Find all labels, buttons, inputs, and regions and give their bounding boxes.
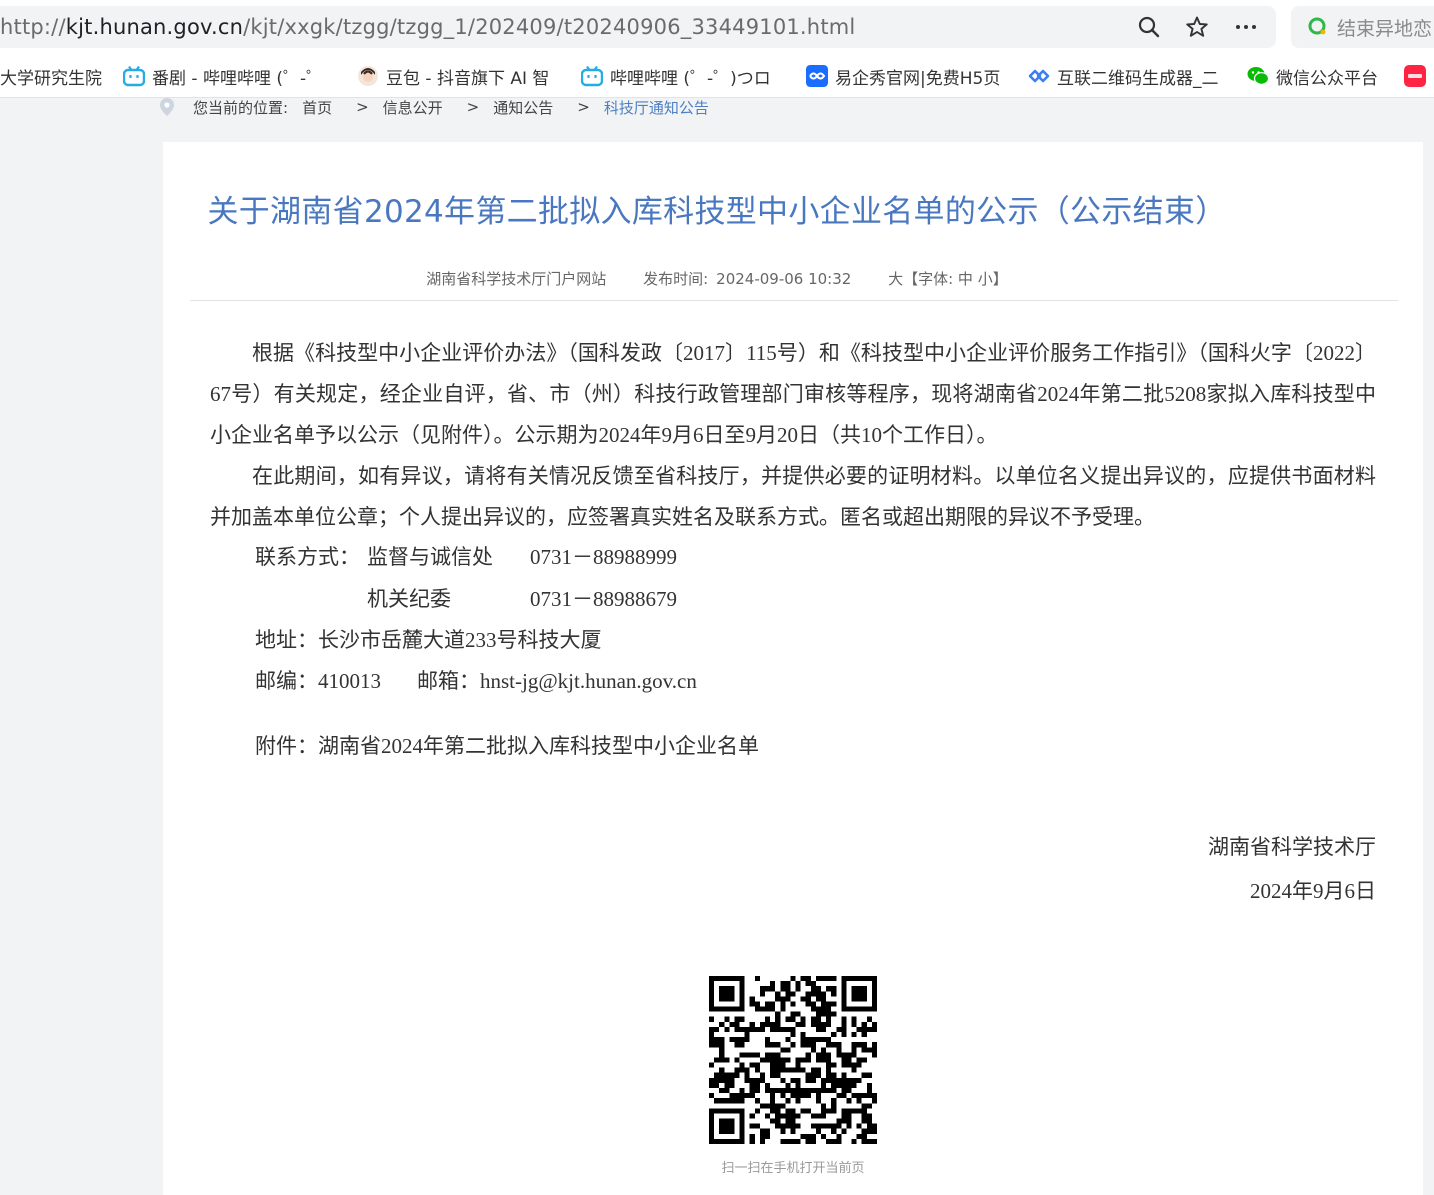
breadcrumb-notices[interactable]: 通知公告 [493,97,553,118]
bookmark-item[interactable]: 哔哩哔哩 (゜-゜)つロ [581,58,771,94]
bookmark-label: 大学研究生院 [0,68,102,89]
url-prefix: http:// [0,15,66,39]
bookmark-label: 豆包 - 抖音旗下 AI 智 [386,68,550,89]
link-chain-icon [1028,69,1050,83]
bookmarks-bar: 大学研究生院 番剧 - 哔哩哔哩 (゜-゜ 豆包 - 抖音旗下 AI 智 哔哩哔… [0,58,1434,94]
red-app-icon [1404,65,1426,87]
breadcrumb-info-public[interactable]: 信息公开 [383,97,443,118]
qr-code [709,976,877,1144]
contact2-dept: 机关纪委 [367,587,451,611]
bookmark-item[interactable]: 微信公众平台 [1247,58,1378,94]
publish-label: 发布时间: [643,270,709,288]
url-domain: kjt.hunan.gov.cn [65,15,244,39]
breadcrumb-separator: > [466,98,480,116]
bilibili-icon [123,65,145,87]
bookmark-item[interactable]: 大学研究生院 [0,58,102,94]
wechat-icon [1247,67,1269,85]
bookmark-label: 番剧 - 哔哩哔哩 (゜-゜ [152,68,324,89]
yiqixiu-icon [806,65,828,87]
font-size-controls[interactable]: 大【字体: 中 小】 [888,270,1008,288]
bookmark-label: 哔哩哔哩 (゜-゜)つロ [610,68,771,89]
bookmark-label: 互联二维码生成器_二 [1057,68,1219,89]
bookmark-item[interactable]: 易企秀官网|免费H5页 [806,58,1000,94]
side-search-text: 结束异地恋 [1337,17,1433,40]
star-icon[interactable] [1185,15,1209,39]
article-body: 根据《科技型中小企业评价办法》（国科发政〔2017〕115号）和《科技型中小企业… [210,333,1376,538]
breadcrumb-separator: > [356,98,369,116]
bookmark-item[interactable]: 豆包 - 抖音旗下 AI 智 [357,58,549,94]
bookmark-label: 微信公众平台 [1276,68,1378,89]
attachment-label: 附件： [255,734,318,758]
publish-time-value: 2024-09-06 10:32 [716,270,852,288]
side-search-box[interactable]: 结束异地恋 [1291,6,1434,48]
paragraph: 在此期间，如有异议，请将有关情况反馈至省科技厅，并提供必要的证明材料。以单位名义… [210,464,1376,529]
signature-org: 湖南省科学技术厅 [1208,835,1376,859]
divider [190,300,1398,301]
more-options-icon[interactable] [1234,15,1258,39]
article-title: 关于湖南省2024年第二批拟入库科技型中小企业名单的公示（公示结束） [207,194,1227,230]
email: 邮箱：hnst-jg@kjt.hunan.gov.cn [417,669,697,693]
bilibili-icon [581,65,603,87]
search-icon[interactable] [1137,15,1161,39]
publish-time: 发布时间: 2024-09-06 10:32 [643,270,851,288]
breadcrumb-prefix: 您当前的位置: [193,98,289,117]
bookmark-item[interactable]: 互联二维码生成器_二 [1028,58,1219,94]
address-bar[interactable]: http://kjt.hunan.gov.cn/kjt/xxgk/tzgg/tz… [0,6,1276,48]
breadcrumb: 您当前的位置: 首页 > 信息公开 > 通知公告 > 科技厅通知公告 [160,95,709,119]
browser-toolbar: http://kjt.hunan.gov.cn/kjt/xxgk/tzgg/tz… [0,0,1434,98]
attachment: 附件：湖南省2024年第二批拟入库科技型中小企业名单 [255,730,759,760]
address: 地址：长沙市岳麓大道233号科技大厦 [255,628,602,652]
url-text[interactable]: http://kjt.hunan.gov.cn/kjt/xxgk/tzgg/tz… [0,6,855,48]
doubao-icon [358,66,378,86]
signature-date: 2024年9月6日 [1250,879,1376,903]
contact2-phone: 0731－88988679 [530,587,677,611]
contact-label: 联系方式： [255,545,360,569]
paragraph: 根据《科技型中小企业评价办法》（国科发政〔2017〕115号）和《科技型中小企业… [210,341,1376,447]
bookmark-item[interactable] [1404,58,1433,94]
breadcrumb-separator: > [577,98,590,116]
breadcrumb-current[interactable]: 科技厅通知公告 [604,97,709,118]
location-pin-icon [160,98,174,116]
article-meta: 湖南省科学技术厅门户网站 发布时间: 2024-09-06 10:32 大【字体:… [0,268,1434,289]
contact1-phone: 0731－88988999 [530,545,677,569]
postcode: 邮编：410013 [255,669,381,693]
breadcrumb-home[interactable]: 首页 [302,97,332,118]
contact1-dept: 监督与诚信处 [367,545,493,569]
search-engine-icon [1308,17,1326,35]
bookmark-item[interactable]: 番剧 - 哔哩哔哩 (゜-゜ [123,58,323,94]
qr-caption: 扫一扫在手机打开当前页 [721,1161,865,1176]
article-source: 湖南省科学技术厅门户网站 [426,270,607,288]
bookmark-label: 易企秀官网|免费H5页 [835,68,1001,89]
url-path: /kjt/xxgk/tzgg/tzgg_1/202409/t20240906_3… [243,15,856,39]
attachment-link[interactable]: 湖南省2024年第二批拟入库科技型中小企业名单 [318,734,759,758]
